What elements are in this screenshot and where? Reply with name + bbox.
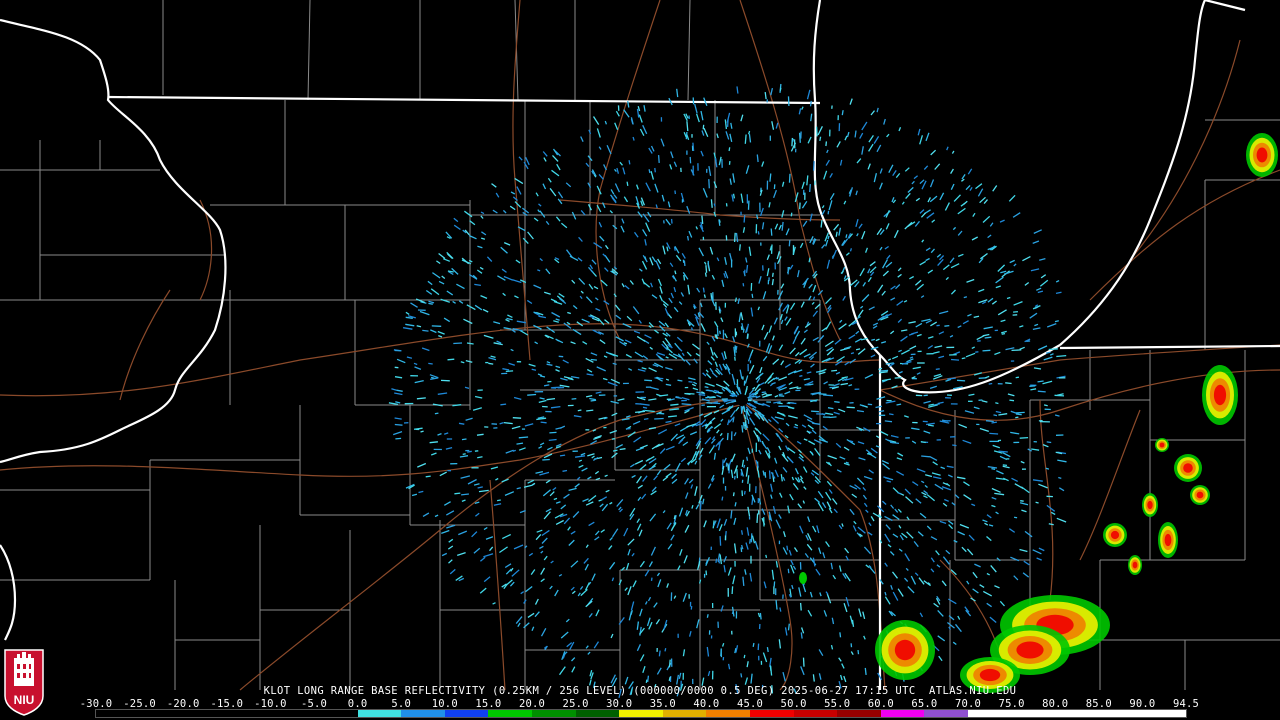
colorbar-segment [1011, 710, 1056, 717]
colorbar-segment [880, 710, 925, 717]
colorbar-segment [662, 710, 707, 717]
colorbar-tick: 50.0 [780, 698, 807, 710]
colorbar-tick: 90.0 [1129, 698, 1156, 710]
colorbar-tick: -20.0 [166, 698, 200, 710]
colorbar-segment [96, 710, 140, 717]
colorbar-tick: 25.0 [562, 698, 589, 710]
colorbar-tick: -30.0 [79, 698, 113, 710]
colorbar-segment [924, 710, 968, 717]
colorbar-tick: 94.5 [1172, 698, 1200, 710]
colorbar-segment [313, 710, 358, 717]
colorbar-segment [706, 710, 750, 717]
colorbar-segment [575, 710, 620, 717]
colorbar-segment [619, 710, 663, 717]
colorbar-tick: 60.0 [867, 698, 894, 710]
colorbar-ticks: -30.0 -25.0 -20.0 -15.0 -10.0 -5.0 0.0 5.0 10.0 1… [80, 698, 1199, 710]
colorbar-tick: 5.0 [391, 698, 411, 710]
colorbar-segment [488, 710, 532, 717]
colorbar-tick: 30.0 [606, 698, 633, 710]
logo-label: NIU [14, 693, 35, 707]
colorbar-segment [749, 710, 794, 717]
radar-map [0, 0, 1280, 720]
colorbar-segment [1098, 710, 1143, 717]
colorbar-segment [270, 710, 314, 717]
colorbar-tick: -25.0 [123, 698, 156, 710]
colorbar-tick: 40.0 [693, 698, 720, 710]
colorbar-tick: -5.0 [300, 698, 328, 710]
colorbar-segment [357, 710, 402, 717]
colorbar-tick: 35.0 [649, 698, 676, 710]
colorbar-tick: 65.0 [911, 698, 938, 710]
colorbar-tick: 85.0 [1085, 698, 1112, 710]
colorbar-segment [967, 710, 1012, 717]
colorbar-segment [531, 710, 576, 717]
colorbar-tick: 55.0 [824, 698, 851, 710]
colorbar-segment [444, 710, 489, 717]
colorbar-segment [183, 710, 227, 717]
colorbar-tick: 0.0 [347, 698, 368, 710]
colorbar-segment [1142, 710, 1186, 717]
colorbar-segment [837, 710, 881, 717]
colorbar-tick: 15.0 [475, 698, 502, 710]
colorbar-tick: 20.0 [518, 698, 546, 710]
colorbar-segment [139, 710, 184, 717]
colorbar-segment [226, 710, 271, 717]
colorbar-segment [401, 710, 445, 717]
colorbar-tick: -10.0 [254, 698, 287, 710]
reflectivity-colorbar [95, 709, 1187, 718]
colorbar-tick: 70.0 [954, 698, 982, 710]
niu-tower-logo-icon: NIU [4, 649, 44, 716]
colorbar-tick: 45.0 [736, 698, 764, 710]
product-caption: KLOT LONG RANGE BASE REFLECTIVITY (0.25K… [263, 685, 1017, 697]
colorbar-segment [1055, 710, 1099, 717]
colorbar-tick: -15.0 [210, 698, 244, 710]
colorbar-tick: 10.0 [431, 698, 458, 710]
colorbar-tick: 80.0 [1042, 698, 1069, 710]
colorbar-segment [793, 710, 838, 717]
colorbar-tick: 75.0 [998, 698, 1025, 710]
